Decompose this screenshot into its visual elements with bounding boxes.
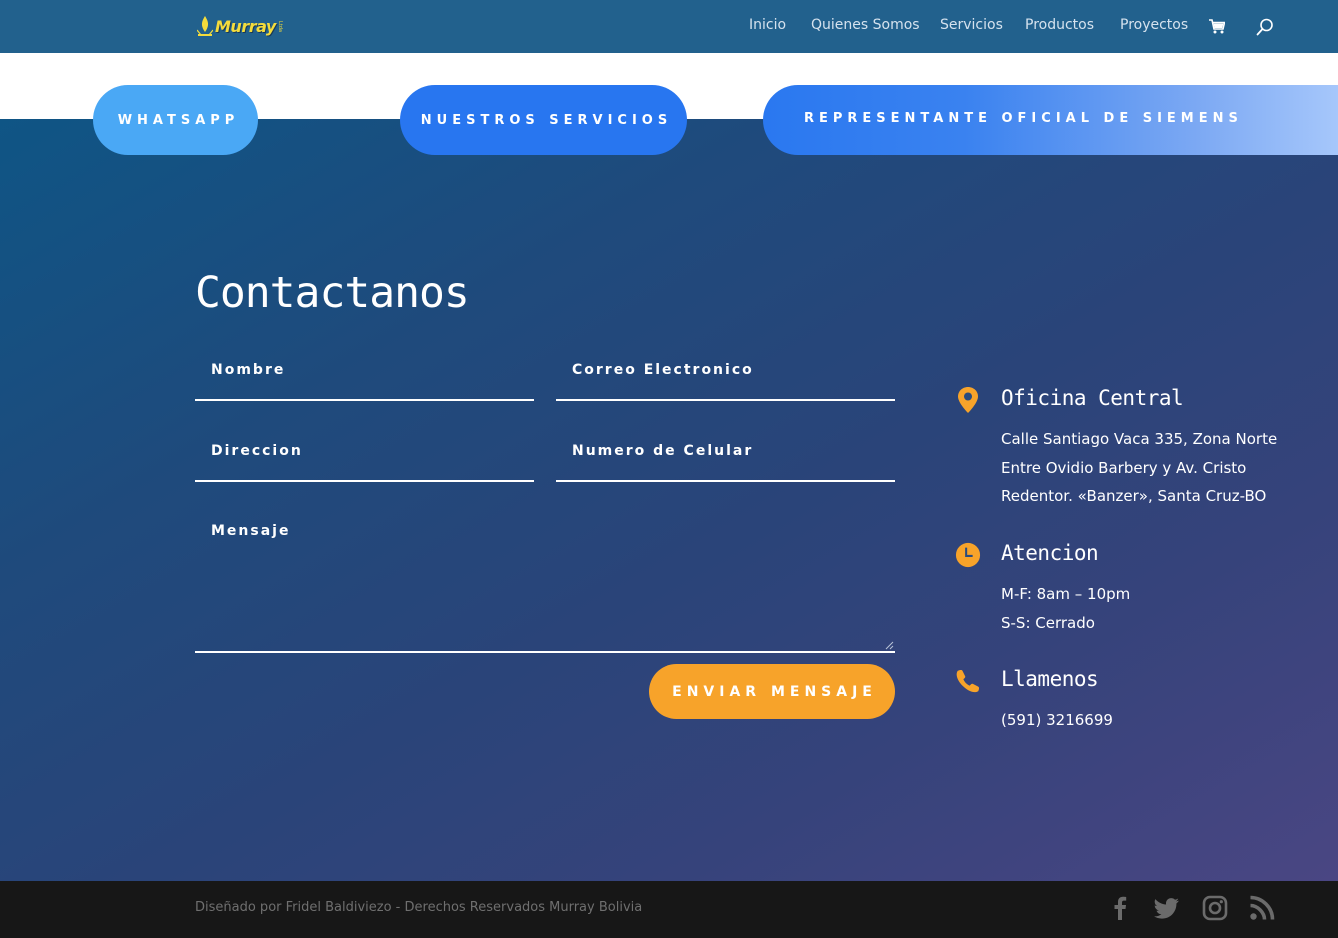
nombre-placeholder: Nombre [211,362,286,378]
resize-handle-icon[interactable] [885,641,894,650]
address-line-3: Redentor. «Banzer», Santa Cruz-BO [1001,487,1267,505]
address-line-2: Entre Ovidio Barbery y Av. Cristo [1001,458,1247,477]
nav-item-inicio[interactable]: Inicio [749,17,786,33]
correo-field[interactable]: Correo Electronico [556,343,895,401]
instagram-icon[interactable] [1202,895,1228,921]
hours-title: Atencion [1001,541,1099,565]
address-line-1: Calle Santiago Vaca 335, Zona Norte [1001,430,1278,448]
nav-item-proyectos[interactable]: Proyectos [1120,17,1188,33]
facebook-icon[interactable] [1107,895,1133,921]
mensaje-textarea[interactable]: Mensaje [195,504,895,653]
nombre-field[interactable]: Nombre [195,343,534,401]
correo-placeholder: Correo Electronico [572,362,754,378]
twitter-icon[interactable] [1154,895,1180,921]
hours-line-1: M-F: 8am – 10pm [1001,585,1131,603]
phone-icon [956,669,980,693]
footer-credits: Diseñado por Fridel Baldiviezo - Derecho… [195,900,643,915]
siemens-representative-button[interactable]: REPRESENTANTE OFICIAL DE SIEMENS [763,85,1338,155]
nav-item-servicios[interactable]: Servicios [940,17,1003,33]
logo-subtext: Ltda [276,20,283,32]
nav-item-productos[interactable]: Productos [1025,17,1094,33]
top-navigation-bar: Murray Ltda Inicio Quienes Somos Servici… [0,0,1338,53]
search-icon[interactable] [1256,18,1274,36]
celular-field[interactable]: Numero de Celular [556,424,895,482]
enviar-mensaje-button[interactable]: ENVIAR MENSAJE [649,664,895,719]
phone-number: (591) 3216699 [1001,711,1113,729]
rss-icon[interactable] [1249,895,1275,921]
nuestros-servicios-button[interactable]: NUESTROS SERVICIOS [400,85,687,155]
logo-text: Murray [215,16,276,36]
mensaje-placeholder: Mensaje [211,523,291,539]
nav-item-quienes-somos[interactable]: Quienes Somos [811,17,920,33]
logo-flame-icon [197,16,213,36]
shopping-cart-icon[interactable] [1209,19,1225,34]
hours-text: M-F: 8am – 10pm S-S: Cerrado [1001,580,1130,637]
direccion-placeholder: Direccion [211,443,303,459]
site-footer: Diseñado por Fridel Baldiviezo - Derecho… [0,881,1338,938]
phone-title: Llamenos [1001,667,1099,691]
hours-line-2: S-S: Cerrado [1001,613,1095,632]
office-title: Oficina Central [1001,386,1184,410]
contact-heading: Contactanos [195,268,470,318]
map-pin-icon [958,387,978,413]
clock-icon [955,542,981,568]
direccion-field[interactable]: Direccion [195,424,534,482]
celular-placeholder: Numero de Celular [572,443,754,459]
whatsapp-button[interactable]: WHATSAPP [93,85,258,155]
office-address: Calle Santiago Vaca 335, Zona Norte Entr… [1001,425,1277,511]
site-logo[interactable]: Murray Ltda [197,14,283,38]
